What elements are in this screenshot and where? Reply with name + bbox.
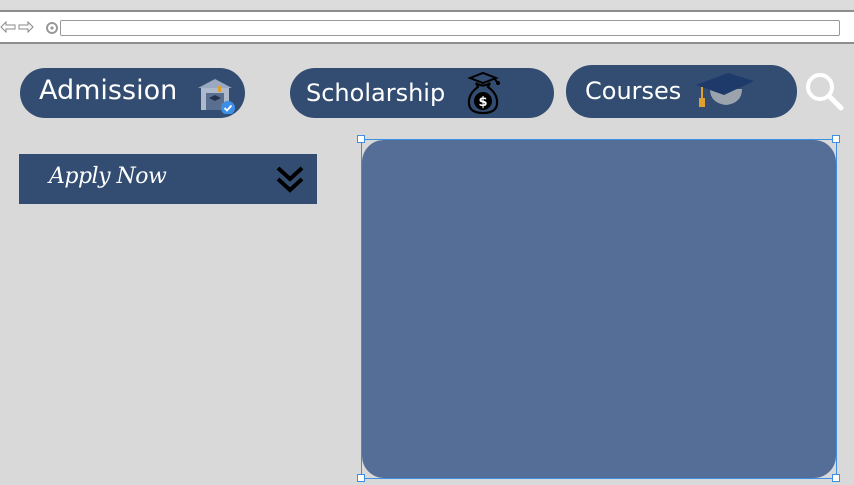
top-strip (0, 0, 854, 9)
admission-button[interactable]: Admission (20, 68, 245, 118)
double-chevron-down-icon[interactable] (275, 164, 305, 194)
resize-handle-top-left[interactable] (357, 135, 365, 143)
courses-button[interactable]: Courses (566, 65, 797, 118)
school-building-icon (198, 79, 235, 114)
address-bar[interactable] (60, 20, 840, 36)
svg-text:$: $ (478, 95, 487, 110)
resize-handle-top-right[interactable] (832, 135, 840, 143)
browser-toolbar (0, 10, 854, 44)
resize-handle-bottom-right[interactable] (832, 474, 840, 482)
admission-label: Admission (39, 75, 178, 106)
back-arrow-icon[interactable] (0, 21, 16, 33)
reload-icon[interactable] (45, 21, 59, 35)
content-panel[interactable] (362, 140, 836, 478)
scholarship-label: Scholarship (306, 79, 446, 107)
scholarship-button[interactable]: Scholarship $ (290, 68, 554, 118)
apply-now-label: Apply Now (49, 164, 167, 189)
forward-arrow-icon[interactable] (18, 21, 34, 33)
graduation-cap-icon (696, 73, 754, 107)
apply-now-dropdown[interactable]: Apply Now (19, 154, 317, 204)
resize-handle-bottom-left[interactable] (357, 474, 365, 482)
search-icon[interactable] (804, 71, 844, 111)
courses-label: Courses (585, 77, 682, 105)
money-bag-graduation-icon: $ (467, 71, 500, 115)
